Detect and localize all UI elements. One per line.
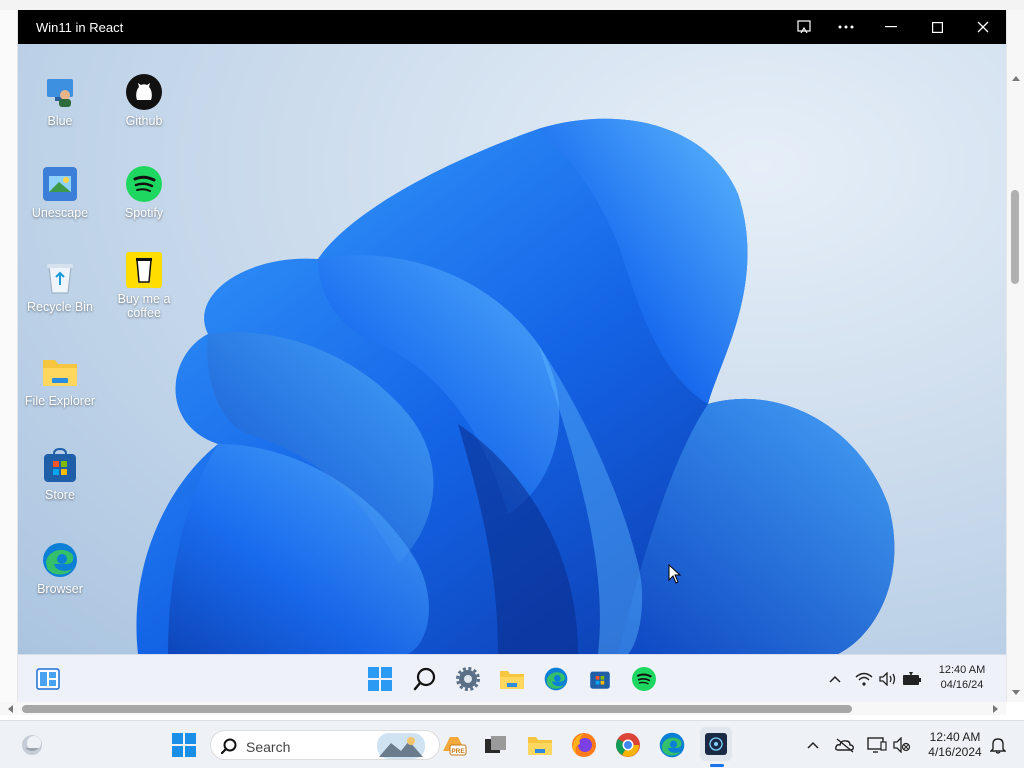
minimize-button[interactable]	[871, 14, 911, 40]
inner-clock[interactable]: 12:40 AM 04/16/24	[932, 663, 992, 693]
app-window: Win11 in React Blue Github Unescape Spot…	[18, 10, 1006, 702]
host-time: 12:40 AM	[929, 730, 981, 744]
spotify-icon[interactable]	[630, 665, 658, 693]
store-icon	[42, 448, 78, 484]
file-explorer-icon[interactable]	[498, 665, 526, 693]
edge-browser-icon[interactable]	[658, 731, 686, 759]
weather-widget-icon[interactable]	[18, 731, 46, 759]
inner-time: 12:40 AM	[938, 664, 986, 676]
task-view-icon[interactable]	[482, 731, 510, 759]
desktop-icon-label: Github	[125, 114, 163, 128]
active-indicator	[710, 764, 724, 767]
browser-top-strip	[0, 0, 1024, 10]
close-button[interactable]	[963, 14, 1003, 40]
preview-badge: PRE	[451, 748, 465, 755]
scroll-left-arrow-icon[interactable]	[6, 704, 14, 714]
scroll-right-arrow-icon[interactable]	[992, 704, 1000, 714]
desktop-icon-buy-me-a-coffee[interactable]: Buy me a coffee	[102, 252, 186, 320]
sound-muted-icon[interactable]	[888, 731, 916, 759]
copilot-preview-icon[interactable]: PRE	[440, 731, 468, 759]
window-title: Win11 in React	[36, 20, 124, 35]
search-icon	[221, 738, 237, 754]
host-date: 4/16/2024	[928, 745, 982, 759]
desktop-icon-browser[interactable]: Browser	[18, 542, 102, 596]
more-options-icon[interactable]	[826, 14, 866, 40]
inner-taskbar: 12:40 AM 04/16/24	[18, 654, 1006, 702]
desktop-icon-label: Store	[45, 488, 75, 502]
unescape-icon	[42, 166, 78, 202]
desktop-icon-label: Buy me a coffee	[117, 292, 171, 320]
notification-bell-icon[interactable]	[984, 731, 1012, 759]
desktop-icon-label: Browser	[37, 582, 83, 596]
desktop-icon-blue[interactable]: Blue	[18, 74, 102, 128]
desktop-icon-recycle-bin[interactable]: Recycle Bin	[18, 260, 102, 314]
horizontal-scroll-thumb[interactable]	[22, 705, 852, 713]
desktop-icon-file-explorer[interactable]: File Explorer	[18, 354, 102, 408]
coffee-cup-icon	[126, 252, 162, 288]
widgets-icon[interactable]	[34, 665, 62, 693]
scroll-down-arrow-icon[interactable]	[1011, 689, 1021, 697]
chevron-up-icon[interactable]	[799, 731, 827, 759]
desktop-icon-label: Unescape	[31, 206, 89, 220]
monitor-icon[interactable]	[863, 731, 891, 759]
github-icon	[126, 74, 162, 110]
search-highlight-landscape-icon	[377, 733, 425, 759]
desktop-icon-spotify[interactable]: Spotify	[102, 166, 186, 220]
folder-icon	[42, 354, 78, 390]
active-app-icon[interactable]	[700, 727, 732, 761]
vertical-scroll-thumb[interactable]	[1011, 190, 1019, 284]
user-pc-icon	[42, 74, 78, 110]
desktop[interactable]: Blue Github Unescape Spotify Recycle Bin	[18, 44, 1006, 654]
mouse-cursor-icon	[668, 564, 682, 584]
taskbar-search-box[interactable]: Search	[210, 730, 440, 760]
desktop-icon-store[interactable]: Store	[18, 448, 102, 502]
search-icon[interactable]	[411, 665, 439, 693]
desktop-icon-label: File Explorer	[24, 394, 96, 408]
vertical-scrollbar[interactable]	[1006, 10, 1024, 702]
scroll-up-arrow-icon[interactable]	[1011, 74, 1021, 82]
chrome-icon[interactable]	[614, 731, 642, 759]
browser-left-margin	[0, 10, 18, 715]
cast-icon[interactable]	[784, 14, 824, 40]
desktop-icon-github[interactable]: Github	[102, 74, 186, 128]
bloom-wallpaper	[136, 118, 895, 654]
title-bar: Win11 in React	[18, 10, 1006, 44]
inner-date: 04/16/24	[940, 679, 984, 691]
battery-icon[interactable]	[898, 665, 926, 693]
settings-gear-icon[interactable]	[454, 665, 482, 693]
search-label: Search	[246, 739, 291, 755]
firefox-icon[interactable]	[570, 731, 598, 759]
spotify-icon	[126, 166, 162, 202]
desktop-icon-unescape[interactable]: Unescape	[18, 166, 102, 220]
horizontal-scrollbar[interactable]	[0, 702, 1006, 715]
edge-browser-icon[interactable]	[542, 665, 570, 693]
file-explorer-icon[interactable]	[526, 731, 554, 759]
desktop-icon-label: Recycle Bin	[27, 300, 93, 314]
onedrive-offline-icon[interactable]	[831, 731, 859, 759]
host-clock[interactable]: 12:40 AM 4/16/2024	[916, 730, 994, 760]
recycle-bin-icon	[42, 260, 78, 296]
start-windows-icon[interactable]	[170, 731, 198, 759]
host-taskbar: Search PRE 12:40 AM 4/16/2024	[0, 720, 1024, 768]
desktop-icon-label: Spotify	[124, 206, 164, 220]
start-windows-icon[interactable]	[366, 665, 394, 693]
edge-icon	[42, 542, 78, 578]
store-icon[interactable]	[586, 665, 614, 693]
desktop-icon-label: Blue	[47, 114, 73, 128]
chevron-up-icon[interactable]	[821, 665, 849, 693]
maximize-button[interactable]	[917, 14, 957, 40]
